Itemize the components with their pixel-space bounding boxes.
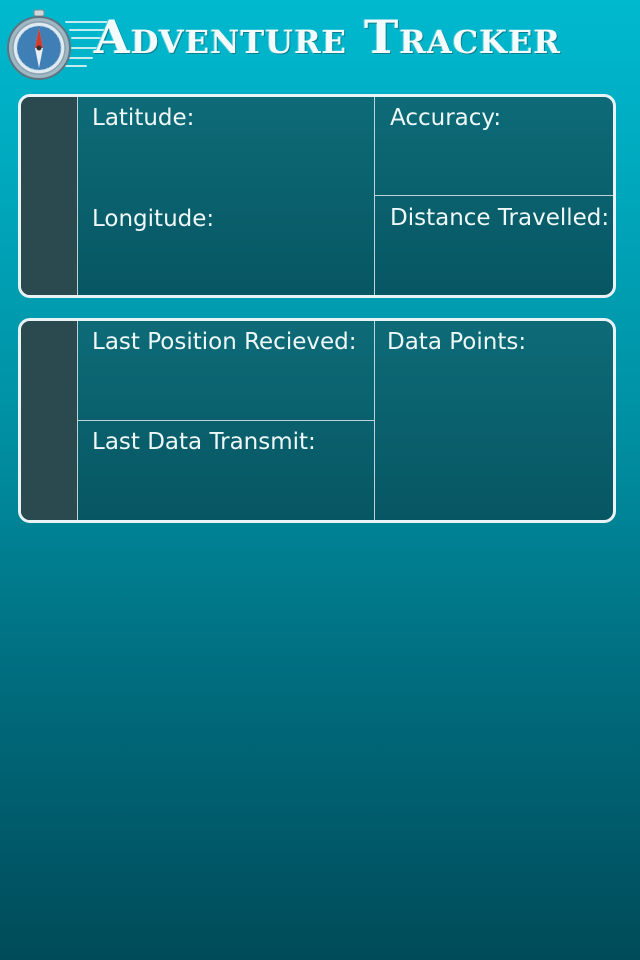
- distance-travelled-label: Distance Travelled:: [390, 205, 610, 231]
- location-panel: Latitude: Longitude: Accuracy: Distance …: [18, 94, 616, 298]
- latitude-cell: Latitude:: [78, 97, 374, 197]
- panel-side-strip: [21, 321, 78, 520]
- column-divider: [374, 97, 375, 295]
- row-divider: [375, 195, 613, 196]
- panel-side-strip: [21, 97, 78, 295]
- accuracy-label: Accuracy:: [390, 105, 502, 131]
- last-transmit-label: Last Data Transmit:: [92, 429, 316, 455]
- latitude-label: Latitude:: [92, 105, 195, 131]
- last-position-label: Last Position Recieved:: [92, 329, 357, 355]
- longitude-label: Longitude:: [92, 206, 215, 232]
- app-header: Adventure Tracker: [0, 0, 640, 86]
- app-title: Adventure Tracker: [94, 10, 561, 64]
- last-position-cell: Last Position Recieved:: [78, 321, 374, 420]
- status-panel: Last Position Recieved: Last Data Transm…: [18, 318, 616, 523]
- data-points-cell: Data Points:: [376, 321, 613, 520]
- accuracy-cell: Accuracy:: [376, 97, 613, 195]
- data-points-label: Data Points:: [387, 329, 527, 355]
- distance-cell: Distance Travelled:: [376, 197, 613, 295]
- column-divider: [374, 321, 375, 520]
- last-transmit-cell: Last Data Transmit:: [78, 421, 374, 520]
- longitude-cell: Longitude:: [78, 198, 374, 295]
